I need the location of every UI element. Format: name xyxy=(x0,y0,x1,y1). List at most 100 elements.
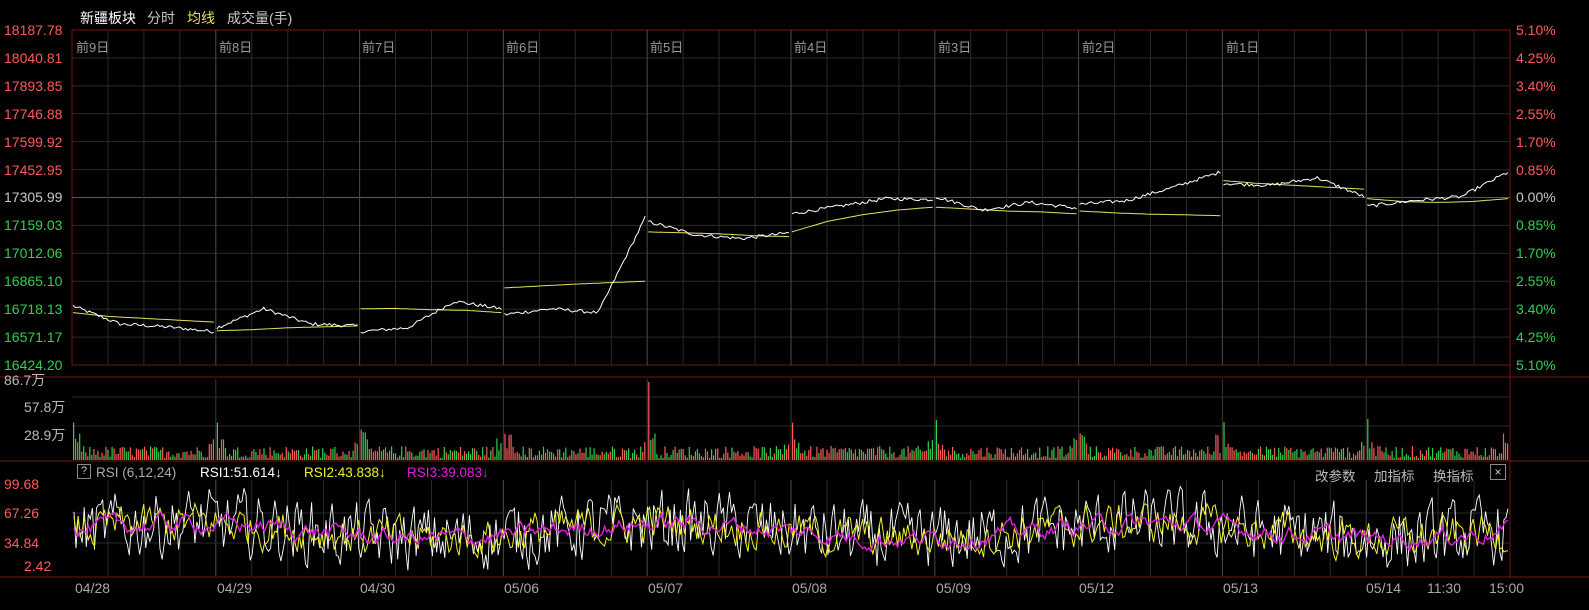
volume-bar xyxy=(1423,456,1426,460)
day-label: 前5日 xyxy=(650,40,684,55)
volume-bar xyxy=(1276,456,1278,460)
volume-bar xyxy=(273,450,275,460)
volume-bar xyxy=(360,429,362,460)
volume-bar xyxy=(1290,447,1292,460)
switch-indicator-button[interactable]: 换指标 xyxy=(1433,465,1474,485)
rsi-axis-min: 2.42 xyxy=(24,558,52,574)
volume-bar xyxy=(1239,451,1241,460)
volume-bar xyxy=(522,446,524,460)
volume-bar xyxy=(119,447,121,460)
volume-bar xyxy=(1259,446,1262,460)
add-indicator-button[interactable]: 加指标 xyxy=(1374,465,1415,485)
volume-bar xyxy=(125,451,127,460)
volume-bar xyxy=(148,455,150,460)
close-icon[interactable]: × xyxy=(1490,464,1506,480)
volume-bar xyxy=(453,450,455,460)
chart-window[interactable]: 新疆板块 分时 均线 成交量(手) 18187.78 18040.81 17893.… xyxy=(0,0,1589,610)
volume-bar xyxy=(729,457,731,460)
volume-bar xyxy=(1164,455,1166,460)
volume-bar xyxy=(945,456,948,460)
volume-bar xyxy=(1456,451,1458,460)
volume-bar xyxy=(1318,452,1320,460)
volume-bar xyxy=(549,451,551,460)
volume-bar xyxy=(1184,453,1187,460)
help-icon[interactable]: ? xyxy=(77,464,91,479)
day-label: 前4日 xyxy=(794,40,828,55)
price-label-left: 17012.06 xyxy=(4,245,63,262)
volume-bar xyxy=(374,450,376,460)
volume-bar xyxy=(322,448,324,460)
volume-bar xyxy=(1193,449,1195,460)
volume-bar xyxy=(1118,449,1120,460)
volume-bar xyxy=(1340,448,1343,460)
volume-bar xyxy=(1182,454,1185,460)
volume-bar xyxy=(929,448,931,460)
volume-bar xyxy=(389,450,391,460)
volume-bar xyxy=(937,443,939,460)
volume-bar xyxy=(628,448,630,460)
volume-bar xyxy=(1430,456,1432,460)
volume-bar xyxy=(1089,446,1091,460)
volume-bar xyxy=(277,453,279,460)
volume-bar xyxy=(285,447,287,460)
volume-bar xyxy=(332,448,334,460)
rsi-title: RSI (6,12,24) xyxy=(96,465,177,480)
volume-bar xyxy=(1024,453,1027,460)
volume-bar xyxy=(567,457,569,460)
volume-bar xyxy=(1172,448,1174,460)
volume-bar xyxy=(1385,447,1387,460)
volume-bar xyxy=(474,448,476,460)
volume-bar xyxy=(826,449,828,460)
volume-bar xyxy=(757,448,759,460)
volume-bar xyxy=(182,452,184,460)
volume-bar xyxy=(1484,448,1486,460)
volume-bar xyxy=(534,455,536,460)
volume-bar xyxy=(1403,456,1405,460)
price-label-left: 16718.13 xyxy=(4,301,63,317)
volume-bar xyxy=(397,457,399,460)
volume-bar xyxy=(283,457,285,460)
volume-bar xyxy=(1353,453,1355,460)
volume-bar xyxy=(73,422,75,460)
volume-bar xyxy=(603,454,605,460)
volume-bar xyxy=(492,447,494,460)
volume-bar xyxy=(883,450,885,460)
volume-bar xyxy=(1061,446,1063,460)
volume-bar xyxy=(180,457,182,460)
volume-bar xyxy=(1438,450,1440,460)
volume-bar xyxy=(1417,457,1419,460)
volume-bar xyxy=(1470,451,1472,460)
volume-bar xyxy=(226,456,229,460)
change-params-button[interactable]: 改参数 xyxy=(1315,465,1356,485)
volume-bar xyxy=(1371,442,1373,460)
volume-bar xyxy=(597,454,599,460)
chart-canvas[interactable] xyxy=(0,0,1589,610)
volume-bar xyxy=(127,451,129,460)
volume-bar xyxy=(129,447,131,460)
volume-axis-mid: 57.8万 xyxy=(24,399,66,415)
volume-bar xyxy=(386,452,389,460)
percent-label-right: 3.40% xyxy=(1516,77,1556,94)
volume-bar xyxy=(1310,449,1312,460)
volume-bar xyxy=(490,450,492,460)
volume-bar xyxy=(1296,449,1298,460)
volume-bar xyxy=(871,448,873,460)
volume-bar xyxy=(694,451,696,460)
volume-bar xyxy=(828,452,830,460)
volume-bar xyxy=(526,457,528,460)
volume-bar xyxy=(145,450,148,460)
volume-bar xyxy=(1507,443,1509,460)
volume-bar xyxy=(1338,452,1341,460)
volume-bar xyxy=(956,454,958,460)
volume-bar xyxy=(291,449,293,460)
volume-bar xyxy=(666,452,668,460)
volume-bar xyxy=(344,453,346,460)
volume-bar xyxy=(601,451,603,460)
volume-bar xyxy=(1020,447,1023,460)
percent-label-right: 4.25% xyxy=(1516,49,1556,66)
volume-bar xyxy=(642,451,644,460)
volume-bar xyxy=(1270,448,1272,460)
volume-bar xyxy=(1174,446,1176,460)
volume-bar xyxy=(1336,448,1338,460)
volume-bar xyxy=(255,452,257,460)
